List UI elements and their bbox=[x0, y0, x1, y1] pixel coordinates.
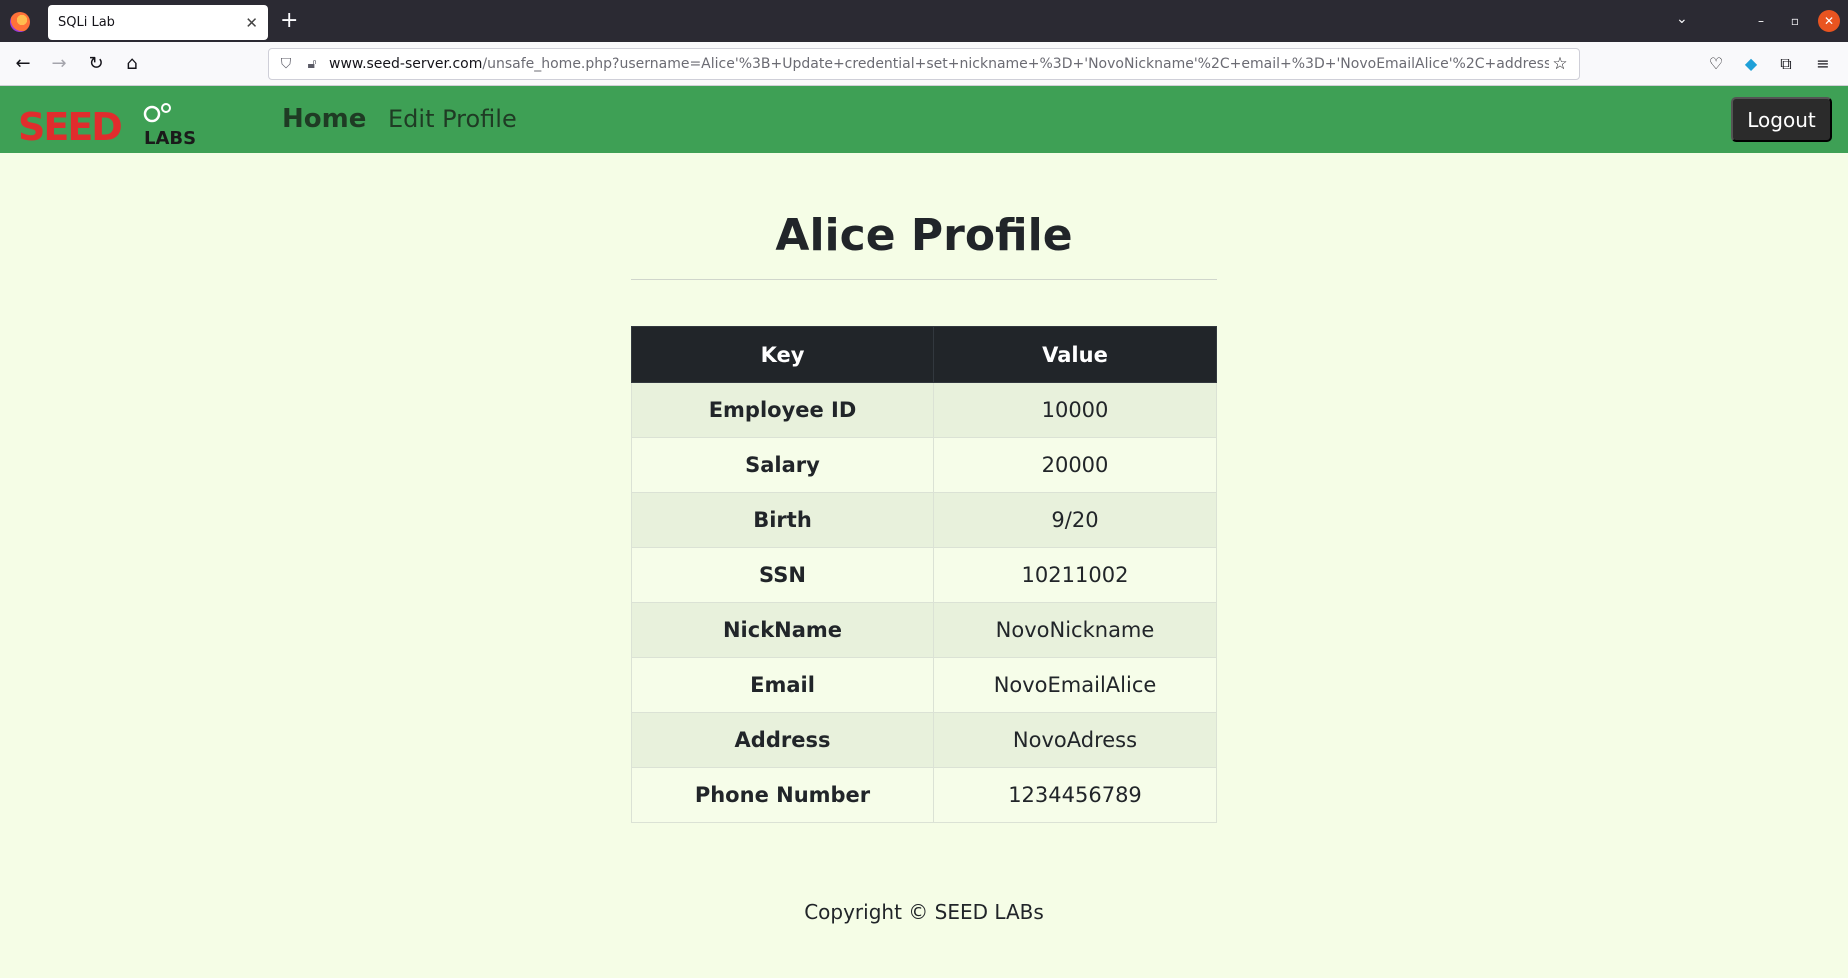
row-value: 10000 bbox=[933, 382, 1217, 438]
logo-gear-icon bbox=[143, 105, 161, 123]
window-close-icon[interactable]: ✕ bbox=[1818, 10, 1840, 32]
menu-hamburger-icon[interactable]: ≡ bbox=[1812, 53, 1834, 75]
row-key: Birth bbox=[631, 492, 934, 548]
url-text[interactable]: www.seed-server.com/unsafe_home.php?user… bbox=[329, 56, 1549, 72]
row-key: Employee ID bbox=[631, 382, 934, 438]
row-value: 20000 bbox=[933, 437, 1217, 493]
row-key: Phone Number bbox=[631, 767, 934, 823]
bookmark-star-icon[interactable]: ☆ bbox=[1549, 54, 1571, 74]
logout-button[interactable]: Logout bbox=[1731, 97, 1832, 142]
logo-seed-text: SEED bbox=[18, 105, 121, 146]
back-arrow-icon[interactable]: ← bbox=[12, 53, 34, 75]
logo-labs-text: LABS bbox=[144, 128, 196, 146]
column-header-key: Key bbox=[631, 326, 934, 383]
row-key: SSN bbox=[631, 547, 934, 603]
row-value: NovoEmailAlice bbox=[933, 657, 1217, 713]
table-row: SSN 10211002 bbox=[631, 547, 1217, 603]
table-row: Salary 20000 bbox=[631, 437, 1217, 493]
table-row: Employee ID 10000 bbox=[631, 382, 1217, 438]
url-path: /unsafe_home.php?username=Alice'%3B+Upda… bbox=[482, 56, 1549, 72]
browser-tab[interactable]: SQLi Lab ✕ bbox=[48, 5, 268, 40]
row-key: Salary bbox=[631, 437, 934, 493]
extensions-icon[interactable]: ⧉ bbox=[1775, 53, 1797, 75]
nav-edit-profile-link[interactable]: Edit Profile bbox=[388, 105, 517, 133]
forward-arrow-icon[interactable]: → bbox=[48, 53, 70, 75]
table-row: Birth 9/20 bbox=[631, 492, 1217, 548]
table-row: Phone Number 1234456789 bbox=[631, 767, 1217, 823]
title-divider bbox=[631, 279, 1217, 280]
home-icon[interactable]: ⌂ bbox=[121, 53, 143, 75]
browser-nav-bar: ← → ↻ ⌂ ⛉ 🔓︎ www.seed-server.com/unsafe_… bbox=[0, 42, 1848, 86]
table-header-row: Key Value bbox=[631, 326, 1217, 383]
firefox-logo-icon[interactable] bbox=[10, 12, 30, 32]
logo-small-gear-icon bbox=[161, 103, 171, 113]
nav-home-link[interactable]: Home bbox=[282, 104, 366, 134]
reload-icon[interactable]: ↻ bbox=[85, 53, 107, 75]
table-row: Email NovoEmailAlice bbox=[631, 657, 1217, 713]
minimize-icon[interactable]: – bbox=[1750, 10, 1772, 32]
insecure-lock-icon[interactable]: 🔓︎ bbox=[303, 55, 321, 73]
site-header: SEED LABS Home Edit Profile Logout bbox=[0, 86, 1848, 153]
column-header-value: Value bbox=[933, 326, 1217, 383]
footer-copyright: Copyright © SEED LABs bbox=[804, 900, 1044, 924]
shield-icon[interactable]: ⛉ bbox=[277, 55, 295, 73]
tab-list-chevron-icon[interactable]: ⌄ bbox=[1676, 11, 1688, 27]
extension-puzzle-colored-icon[interactable]: ◆ bbox=[1740, 53, 1762, 75]
row-value: 1234456789 bbox=[933, 767, 1217, 823]
table-row: Address NovoAdress bbox=[631, 712, 1217, 768]
row-value: NovoNickname bbox=[933, 602, 1217, 658]
row-value: NovoAdress bbox=[933, 712, 1217, 768]
table-row: NickName NovoNickname bbox=[631, 602, 1217, 658]
seed-labs-logo[interactable]: SEED LABS bbox=[18, 100, 218, 146]
url-bar[interactable]: ⛉ 🔓︎ www.seed-server.com/unsafe_home.php… bbox=[268, 48, 1580, 80]
pocket-icon[interactable]: ♡ bbox=[1705, 53, 1727, 75]
row-key: Address bbox=[631, 712, 934, 768]
close-tab-icon[interactable]: ✕ bbox=[245, 14, 258, 32]
restore-icon[interactable]: ▫ bbox=[1784, 10, 1806, 32]
row-key: NickName bbox=[631, 602, 934, 658]
url-domain: www.seed-server.com bbox=[329, 56, 483, 72]
browser-tab-bar: SQLi Lab ✕ + ⌄ – ▫ ✕ bbox=[0, 0, 1848, 42]
page-title: Alice Profile bbox=[775, 210, 1073, 261]
row-value: 9/20 bbox=[933, 492, 1217, 548]
new-tab-icon[interactable]: + bbox=[280, 9, 298, 33]
tab-title: SQLi Lab bbox=[58, 15, 115, 30]
profile-table: Key Value Employee ID 10000 Salary 20000… bbox=[631, 326, 1217, 823]
row-key: Email bbox=[631, 657, 934, 713]
row-value: 10211002 bbox=[933, 547, 1217, 603]
